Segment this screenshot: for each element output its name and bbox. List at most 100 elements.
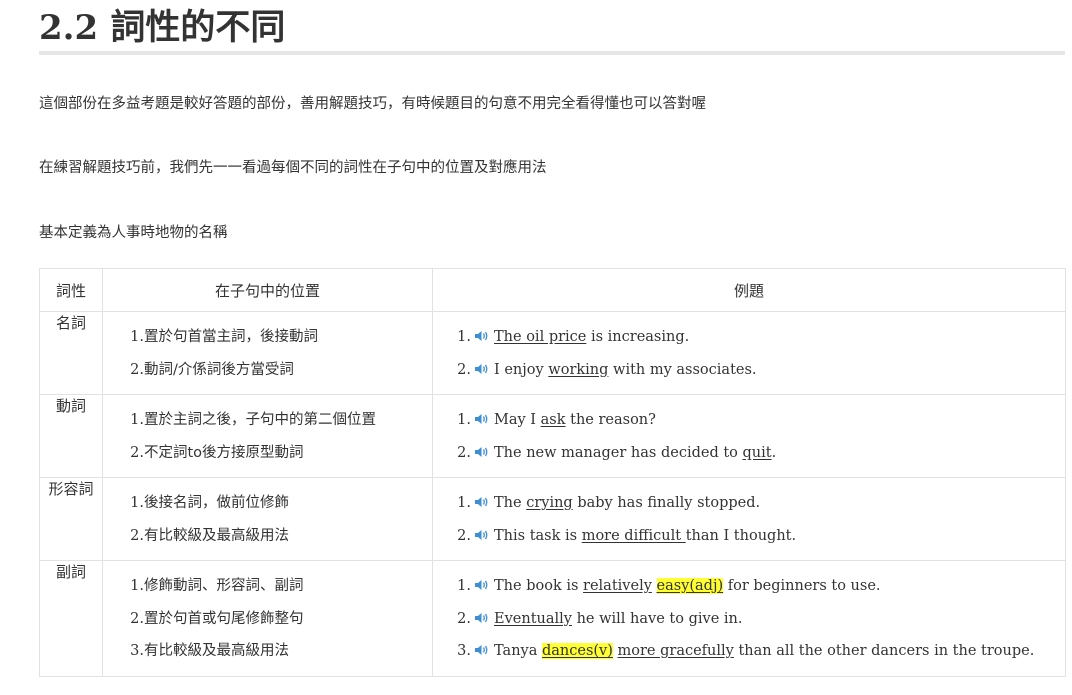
speaker-icon[interactable] [474,488,490,507]
speaker-icon[interactable] [474,604,490,623]
example-sentence: May I ask the reason? [494,412,656,428]
list-number: 1. [457,329,471,345]
example-cell: 1. May I ask the reason? 2. The new manager… [432,394,1066,478]
position-text: 置於主詞之後，子句中的第二個位置 [144,412,376,428]
sentence-text: than I thought. [685,527,797,544]
highlighted-term: dances(v) [541,643,613,659]
list-item: 1. May I ask the reason? [433,404,1065,437]
underlined-term: crying [526,495,573,511]
list-item: 2. I enjoy working with my associates. [433,354,1065,387]
list-item: 1. 置於句首當主詞，後接動詞 [103,321,432,354]
example-sentence: Tanya dances(v) more gracefully than all… [494,643,1034,659]
section-number: 2.2 [39,8,99,48]
table-header-row: 詞性 在子句中的位置 例題 [39,268,1066,312]
position-list: 1. 置於句首當主詞，後接動詞 2. 動詞/介係詞後方當受詞 [103,312,432,394]
highlighted-term: easy(adj) [656,578,724,594]
sentence-text: for beginners to use. [723,578,881,594]
speaker-icon[interactable] [474,405,490,424]
example-list: 1. The oil price is increasing. 2. I enjoy … [433,312,1065,394]
intro-paragraph: 這個部份在多益考題是較好答題的部份，善用解題技巧，有時候題目的句意不用完全看得懂… [39,96,706,112]
sentence-text: . [771,444,777,461]
sentence-text: May I [494,412,541,428]
underlined-term: more gracefully [617,643,734,659]
list-item: 1. The oil price is increasing. [433,321,1065,354]
list-item: 2. 動詞/介係詞後方當受詞 [103,354,432,387]
position-list: 1. 後接名詞，做前位修飾 2. 有比較級及最高級用法 [103,478,432,560]
speaker-icon[interactable] [474,438,490,457]
speaker-icon[interactable] [474,636,490,655]
position-text: 有比較級及最高級用法 [144,527,289,544]
table-row: 名詞 1. 置於句首當主詞，後接動詞 2. 動詞/介係詞後方當受詞 1. The oil… [39,311,1066,395]
sentence-text: I enjoy [494,361,549,378]
speaker-icon[interactable] [474,355,490,374]
position-list: 1. 修飾動詞、形容詞、副詞 2. 置於句首或句尾修飾整句 3. 有比較級及最高級用… [103,561,432,676]
section-title: 詞性的不同 [110,8,286,48]
underlined-term: quit [742,444,772,461]
parts-of-speech-table: 詞性 在子句中的位置 例題 名詞 1. 置於句首當主詞，後接動詞 2. 動詞/介係詞… [39,268,1066,677]
example-sentence: The crying baby has finally stopped. [494,495,760,511]
list-number: 2. [457,610,471,627]
position-text: 修飾動詞、形容詞、副詞 [144,578,304,594]
sentence-text: The new manager has decided to [494,444,743,461]
list-number: 1. [457,578,471,594]
list-number: 2. [457,444,471,461]
example-cell: 1. The crying baby has finally stopped. 2.… [432,477,1066,561]
table-row: 副詞 1. 修飾動詞、形容詞、副詞 2. 置於句首或句尾修飾整句 3. 有比較級及最高… [39,560,1066,677]
example-list: 1. May I ask the reason? 2. The new manager… [433,395,1065,477]
position-text: 不定詞to後方接原型動詞 [144,444,304,461]
list-number: 1. [457,412,471,428]
example-sentence: I enjoy working with my associates. [494,362,757,378]
sentence-text: is increasing. [586,329,690,345]
list-item: 1. The crying baby has finally stopped. [433,487,1065,520]
heading-divider [39,51,1065,55]
header-pos: 詞性 [39,268,103,312]
position-cell: 1. 後接名詞，做前位修飾 2. 有比較級及最高級用法 [102,477,433,561]
example-list: 1. The crying baby has finally stopped. 2.… [433,478,1065,560]
example-sentence: The book is relatively easy(adj) for beg… [494,578,881,594]
list-number: 2. [130,361,144,378]
position-text: 有比較級及最高級用法 [144,643,289,659]
underlined-term: working [548,361,609,378]
list-number: 3. [457,643,471,659]
speaker-icon[interactable] [474,322,490,341]
table-row: 形容詞 1. 後接名詞，做前位修飾 2. 有比較級及最高級用法 1. The cryin… [39,477,1066,561]
position-cell: 1. 修飾動詞、形容詞、副詞 2. 置於句首或句尾修飾整句 3. 有比較級及最高級用… [102,560,433,677]
sentence-text: The book is [494,578,584,594]
list-number: 3. [130,643,144,659]
underlined-term: relatively [583,578,652,594]
list-item: 2. This task is more difficult than I tho… [433,520,1065,553]
list-number: 2. [130,527,144,544]
speaker-icon[interactable] [474,521,490,540]
list-number: 1. [457,495,471,511]
section-heading: 2.2 詞性的不同 [39,0,1065,50]
example-sentence: This task is more difficult than I thoug… [494,528,796,544]
pos-name: 形容詞 [39,477,103,561]
header-position: 在子句中的位置 [102,268,433,312]
definition-paragraph: 基本定義為人事時地物的名稱 [39,225,228,241]
example-sentence: The new manager has decided to quit. [494,445,776,461]
underlined-term: The oil price [494,329,587,345]
list-item: 2. 有比較級及最高級用法 [103,520,432,553]
practice-paragraph: 在練習解題技巧前，我們先一一看過每個不同的詞性在子句中的位置及對應用法 [39,160,547,176]
list-number: 1. [130,495,144,511]
sentence-text: he will have to give in. [571,610,743,627]
list-item: 2. Eventually he will have to give in. [433,603,1065,636]
underlined-term: more difficult [581,527,686,544]
list-number: 2. [457,527,471,544]
sentence-text [652,578,657,594]
speaker-icon[interactable] [474,571,490,590]
header-examples: 例題 [432,268,1066,312]
list-number: 2. [130,444,144,461]
example-cell: 1. The book is relatively easy(adj) for b… [432,560,1066,677]
list-item: 1. 修飾動詞、形容詞、副詞 [103,570,432,603]
sentence-text: This task is [494,527,582,544]
list-item: 2. 置於句首或句尾修飾整句 [103,603,432,636]
list-number: 1. [130,329,144,345]
position-cell: 1. 置於主詞之後，子句中的第二個位置 2. 不定詞to後方接原型動詞 [102,394,433,478]
list-item: 3. Tanya dances(v) more gracefully than a… [433,635,1065,668]
underlined-term: Eventually [494,610,572,627]
list-item: 1. The book is relatively easy(adj) for b… [433,570,1065,603]
example-sentence: The oil price is increasing. [494,329,689,345]
list-number: 1. [130,578,144,594]
pos-name: 動詞 [39,394,103,478]
